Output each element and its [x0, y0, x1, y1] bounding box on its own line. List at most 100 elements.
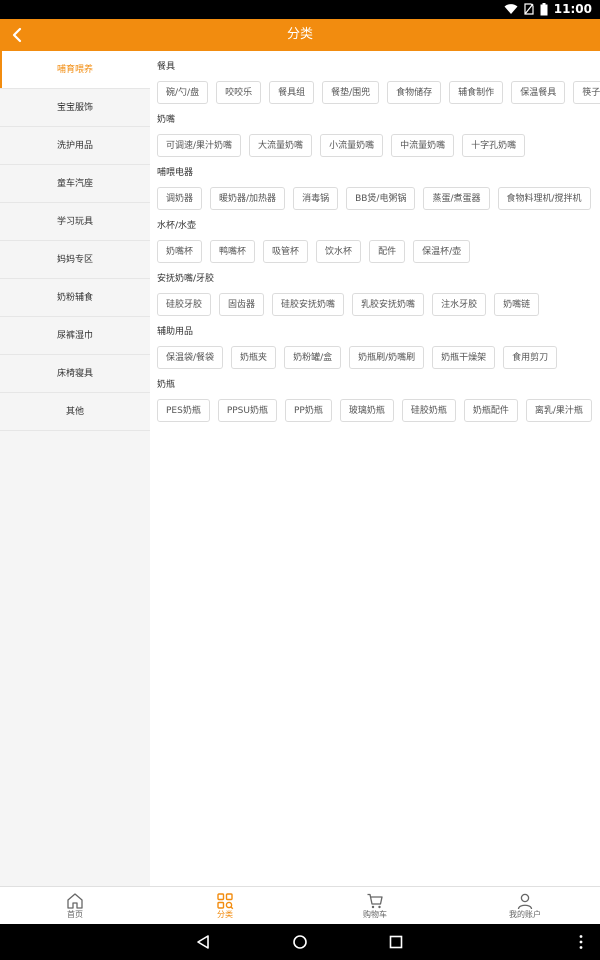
tag-item[interactable]: 注水牙胶: [432, 293, 487, 316]
tag-item[interactable]: 奶瓶干燥架: [432, 346, 496, 369]
sidebar-item-feeding[interactable]: 哺育喂养: [0, 51, 150, 89]
tag-item[interactable]: 碗/勺/盘: [157, 81, 209, 104]
nav-home[interactable]: 首页: [0, 887, 150, 924]
section-cups: 水杯/水壶 奶嘴杯 鸭嘴杯 吸管杯 饮水杯 配件 保温杯/壶: [150, 210, 600, 263]
category-content: 餐具 碗/勺/盘 咬咬乐 餐具组 餐垫/围兜 食物储存 辅食制作 保温餐具 筷子…: [150, 51, 600, 886]
tag-item[interactable]: 奶瓶夹: [231, 346, 277, 369]
user-icon: [517, 893, 533, 910]
sidebar-item-label: 妈妈专区: [56, 255, 93, 265]
system-home-icon[interactable]: [291, 933, 309, 951]
tag-item[interactable]: 可调速/果汁奶嘴: [157, 134, 242, 157]
tag-item[interactable]: 保温杯/壶: [413, 240, 471, 263]
tag-item[interactable]: 十字孔奶嘴: [462, 134, 526, 157]
no-sim-icon: [524, 3, 534, 15]
tag-item[interactable]: 消毒锅: [293, 187, 339, 210]
category-sidebar: 哺育喂养 宝宝服饰 洗护用品 童车汽座 学习玩具 妈妈专区 奶粉辅食 尿裤湿巾 …: [0, 51, 150, 886]
tag-item[interactable]: 暖奶器/加热器: [210, 187, 286, 210]
tag-item[interactable]: 鸭嘴杯: [210, 240, 256, 263]
tag-item[interactable]: 玻璃奶瓶: [339, 399, 394, 422]
tag-item[interactable]: 饮水杯: [316, 240, 362, 263]
battery-icon: [540, 2, 548, 15]
nav-label: 购物车: [363, 910, 387, 919]
tag-item[interactable]: 食物储存: [387, 81, 442, 104]
sidebar-item-label: 奶粉辅食: [56, 293, 93, 303]
tag-item[interactable]: 固齿器: [219, 293, 265, 316]
system-back-icon[interactable]: [195, 933, 213, 951]
sidebar-item-label: 童车汽座: [56, 179, 93, 189]
section-title: 辅助用品: [157, 327, 194, 337]
tag-item[interactable]: 食用剪刀: [503, 346, 558, 369]
sidebar-item-other[interactable]: 其他: [0, 393, 150, 431]
sidebar-item-formula[interactable]: 奶粉辅食: [0, 279, 150, 317]
sidebar-item-label: 学习玩具: [56, 217, 93, 227]
tag-item[interactable]: 保温餐具: [511, 81, 566, 104]
system-nav-bar: [0, 924, 600, 960]
tag-list: 硅胶牙胶 固齿器 硅胶安抚奶嘴 乳胶安抚奶嘴 注水牙胶 奶嘴链: [157, 293, 600, 316]
tag-item[interactable]: 奶嘴链: [494, 293, 540, 316]
section-bottles: 奶瓶 PES奶瓶 PPSU奶瓶 PP奶瓶 玻璃奶瓶 硅胶奶瓶 奶瓶配件 离乳/果…: [150, 369, 600, 422]
tag-item[interactable]: 大流量奶嘴: [249, 134, 313, 157]
status-time: 11:00: [553, 2, 592, 16]
tag-item[interactable]: 筷子: [573, 81, 600, 104]
tag-item[interactable]: PES奶瓶: [157, 399, 210, 422]
tag-item[interactable]: 离乳/果汁瓶: [525, 399, 592, 422]
tag-list: 碗/勺/盘 咬咬乐 餐具组 餐垫/围兜 食物储存 辅食制作 保温餐具 筷子: [157, 81, 600, 104]
sidebar-item-bedding[interactable]: 床椅寝具: [0, 355, 150, 393]
section-title: 奶嘴: [157, 115, 176, 125]
sidebar-item-mom[interactable]: 妈妈专区: [0, 241, 150, 279]
tag-item[interactable]: 餐垫/围兜: [322, 81, 380, 104]
tag-item[interactable]: PP奶瓶: [284, 399, 332, 422]
sidebar-item-label: 尿裤湿巾: [56, 331, 93, 341]
sidebar-item-strollers[interactable]: 童车汽座: [0, 165, 150, 203]
tag-item[interactable]: 餐具组: [269, 81, 315, 104]
tag-item[interactable]: 食物料理机/搅拌机: [497, 187, 591, 210]
tag-item[interactable]: 奶瓶刷/奶嘴刷: [349, 346, 425, 369]
section-title: 餐具: [157, 62, 176, 72]
home-icon: [67, 893, 83, 909]
tag-item[interactable]: 硅胶安抚奶嘴: [272, 293, 345, 316]
tag-item[interactable]: 乳胶安抚奶嘴: [352, 293, 425, 316]
sidebar-item-label: 洗护用品: [56, 141, 93, 151]
sidebar-item-baby-clothing[interactable]: 宝宝服饰: [0, 89, 150, 127]
tag-list: PES奶瓶 PPSU奶瓶 PP奶瓶 玻璃奶瓶 硅胶奶瓶 奶瓶配件 离乳/果汁瓶: [157, 399, 600, 422]
tag-item[interactable]: 吸管杯: [263, 240, 309, 263]
sidebar-item-label: 床椅寝具: [56, 369, 93, 379]
tag-item[interactable]: 配件: [369, 240, 406, 263]
tag-item[interactable]: 小流量奶嘴: [320, 134, 384, 157]
tag-item[interactable]: 奶瓶配件: [463, 399, 518, 422]
section-pacifiers: 安抚奶嘴/牙胶 硅胶牙胶 固齿器 硅胶安抚奶嘴 乳胶安抚奶嘴 注水牙胶 奶嘴链: [150, 263, 600, 316]
section-tableware: 餐具 碗/勺/盘 咬咬乐 餐具组 餐垫/围兜 食物储存 辅食制作 保温餐具 筷子: [150, 51, 600, 104]
tag-item[interactable]: 奶嘴杯: [157, 240, 203, 263]
sidebar-item-toys[interactable]: 学习玩具: [0, 203, 150, 241]
system-menu-icon[interactable]: [572, 933, 590, 951]
section-accessories: 辅助用品 保温袋/餐袋 奶瓶夹 奶粉罐/盒 奶瓶刷/奶嘴刷 奶瓶干燥架 食用剪刀: [150, 316, 600, 369]
sidebar-item-label: 其他: [65, 407, 84, 417]
tag-item[interactable]: 中流量奶嘴: [391, 134, 455, 157]
tag-item[interactable]: 保温袋/餐袋: [157, 346, 224, 369]
category-grid-icon: [217, 893, 234, 910]
nav-label: 我的账户: [509, 910, 541, 919]
section-title: 水杯/水壶: [157, 221, 197, 231]
sidebar-item-diapers[interactable]: 尿裤湿巾: [0, 317, 150, 355]
tag-item[interactable]: 硅胶奶瓶: [401, 399, 456, 422]
nav-category[interactable]: 分类: [150, 887, 300, 924]
nav-cart[interactable]: 购物车: [300, 887, 450, 924]
tag-item[interactable]: 调奶器: [157, 187, 203, 210]
tag-item[interactable]: 蒸蛋/煮蛋器: [423, 187, 490, 210]
status-bar: 11:00: [0, 0, 600, 19]
tag-item[interactable]: 咬咬乐: [216, 81, 262, 104]
status-icons: 11:00: [504, 2, 592, 16]
tag-item[interactable]: 奶粉罐/盒: [284, 346, 342, 369]
section-feeding-appliances: 哺喂电器 调奶器 暖奶器/加热器 消毒锅 BB煲/电粥锅 蒸蛋/煮蛋器 食物料理…: [150, 157, 600, 210]
section-title: 安抚奶嘴/牙胶: [157, 274, 215, 284]
system-recents-icon[interactable]: [387, 933, 405, 951]
tag-item[interactable]: 辅食制作: [449, 81, 504, 104]
section-title: 哺喂电器: [157, 168, 194, 178]
tag-item[interactable]: 硅胶牙胶: [157, 293, 212, 316]
nav-label: 分类: [217, 910, 233, 919]
tag-item[interactable]: PPSU奶瓶: [217, 399, 277, 422]
sidebar-item-toiletries[interactable]: 洗护用品: [0, 127, 150, 165]
nav-account[interactable]: 我的账户: [450, 887, 600, 924]
tag-item[interactable]: BB煲/电粥锅: [346, 187, 416, 210]
wifi-icon: [504, 4, 518, 14]
